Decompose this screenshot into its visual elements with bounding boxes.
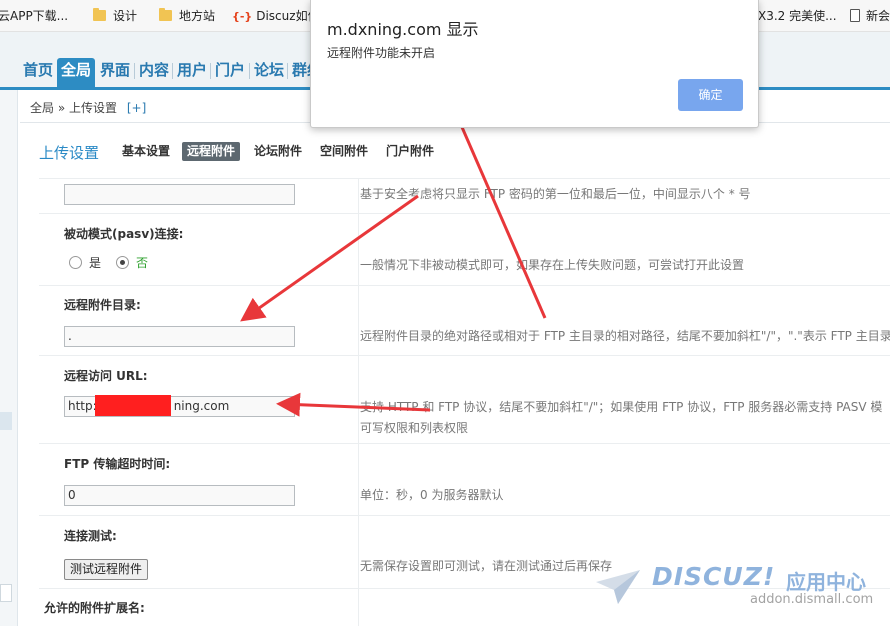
remote-url-label: 远程访问 URL: [64, 369, 148, 383]
nav-tab-home[interactable]: 首页 [23, 58, 53, 87]
row-divider [39, 178, 890, 179]
password-hint: 基于安全考虑将只显示 FTP 密码的第一位和最后一位，中间显示八个 * 号 [360, 187, 751, 201]
row-divider [39, 443, 890, 444]
discuz-icon: {-} [232, 10, 253, 23]
breadcrumb-current: 上传设置 [69, 101, 118, 115]
nav-divider [134, 63, 135, 79]
pasv-label: 被动模式(pasv)连接: [64, 227, 184, 241]
row-divider [39, 213, 890, 214]
ok-button[interactable]: 确定 [678, 79, 743, 111]
bookmark-discuz[interactable]: {-} Discuz如何 [232, 8, 320, 24]
connection-test-hint: 无需保存设置即可测试，请在测试通过后再保存 [360, 559, 613, 573]
bookmark-local-site[interactable]: 地方站 [159, 8, 215, 24]
column-divider [358, 178, 359, 626]
remote-url-hint: 支持 HTTP 和 FTP 协议，结尾不要加斜杠"/"；如果使用 FTP 协议，… [360, 400, 883, 414]
subtab-basic[interactable]: 基本设置 [122, 142, 170, 161]
pasv-no-label[interactable]: 否 [136, 254, 148, 271]
remote-dir-hint: 远程附件目录的绝对路径或相对于 FTP 主目录的相对路径，结尾不要加斜杠"/"，… [360, 329, 890, 343]
pasv-yes-radio[interactable] [69, 256, 82, 269]
discuz-watermark: DISCUZ! 应用中心 addon.dismall.com [596, 560, 886, 622]
remote-url-suffix: ning.com [173, 399, 230, 413]
remote-dir-input[interactable]: . [64, 326, 295, 347]
page-title: 上传设置 [39, 144, 100, 162]
nav-tab-style[interactable]: 界面 [100, 58, 130, 87]
add-shortcut-button[interactable]: [+] [127, 101, 146, 115]
subtab-portal[interactable]: 门户附件 [386, 142, 434, 161]
folder-icon [93, 8, 106, 21]
watermark-url: addon.dismall.com [750, 592, 874, 607]
row-divider [39, 285, 890, 286]
allowed-ext-label: 允许的附件扩展名: [44, 601, 145, 615]
sidebar-marker [0, 412, 12, 430]
paper-plane-icon [596, 570, 640, 604]
app-center-text: 应用中心 [786, 570, 866, 594]
timeout-hint: 单位：秒，0 为服务器默认 [360, 488, 504, 502]
folder-icon [159, 8, 172, 21]
bookmark-label: 地方站 [179, 9, 216, 23]
remote-url-prefix: http: [68, 399, 97, 413]
ftp-password-input[interactable] [64, 184, 295, 205]
pasv-no-radio[interactable] [116, 256, 129, 269]
pasv-hint: 一般情况下非被动模式即可，如果存在上传失败问题，可尝试打开此设置 [360, 258, 745, 272]
bookmark-new[interactable]: 新会 [850, 8, 890, 24]
subtab-forum[interactable]: 论坛附件 [254, 142, 302, 161]
alert-dialog: m.dxning.com 显示 远程附件功能未开启 确定 [310, 0, 759, 128]
nav-divider [249, 63, 250, 79]
breadcrumb-separator: » [57, 101, 66, 115]
nav-divider [210, 63, 211, 79]
redaction-mark [95, 395, 171, 416]
breadcrumb-root[interactable]: 全局 [30, 101, 54, 115]
row-divider [39, 355, 890, 356]
sidebar-marker [0, 584, 12, 602]
row-divider [39, 515, 890, 516]
dialog-title: m.dxning.com 显示 [327, 20, 479, 39]
bookmark-label: 云APP下载... [0, 9, 69, 23]
nav-tab-user[interactable]: 用户 [177, 58, 207, 87]
bookmark-label: 新会 [866, 9, 890, 23]
bookmark-design[interactable]: 设计 [93, 8, 137, 24]
timeout-input[interactable]: 0 [64, 485, 295, 506]
discuz-logo: DISCUZ! [652, 562, 776, 591]
pasv-yes-label[interactable]: 是 [89, 254, 101, 271]
subtab-space[interactable]: 空间附件 [320, 142, 368, 161]
bookmark-app-download[interactable]: 云APP下载... [0, 8, 68, 24]
remote-dir-label: 远程附件目录: [64, 298, 141, 312]
remote-url-hint-line2: 可写权限和列表权限 [360, 421, 469, 435]
timeout-label: FTP 传输超时时间: [64, 457, 171, 471]
nav-tab-content[interactable]: 内容 [139, 58, 169, 87]
subtab-remote[interactable]: 远程附件 [182, 142, 241, 161]
bookmark-label: 设计 [113, 9, 138, 23]
bookmark-x32[interactable]: X3.2 完美使... [758, 8, 837, 24]
nav-tab-global[interactable]: 全局 [57, 58, 96, 87]
test-remote-button[interactable]: 测试远程附件 [64, 559, 149, 580]
nav-divider [287, 63, 288, 79]
left-sidebar-edge [0, 90, 18, 626]
dialog-message: 远程附件功能未开启 [327, 46, 436, 60]
nav-divider [172, 63, 173, 79]
connection-test-label: 连接测试: [64, 529, 117, 543]
nav-tab-forum[interactable]: 论坛 [254, 58, 284, 87]
nav-tab-portal[interactable]: 门户 [215, 58, 245, 87]
page-icon [850, 9, 860, 22]
bookmark-label: X3.2 完美使... [758, 9, 837, 23]
